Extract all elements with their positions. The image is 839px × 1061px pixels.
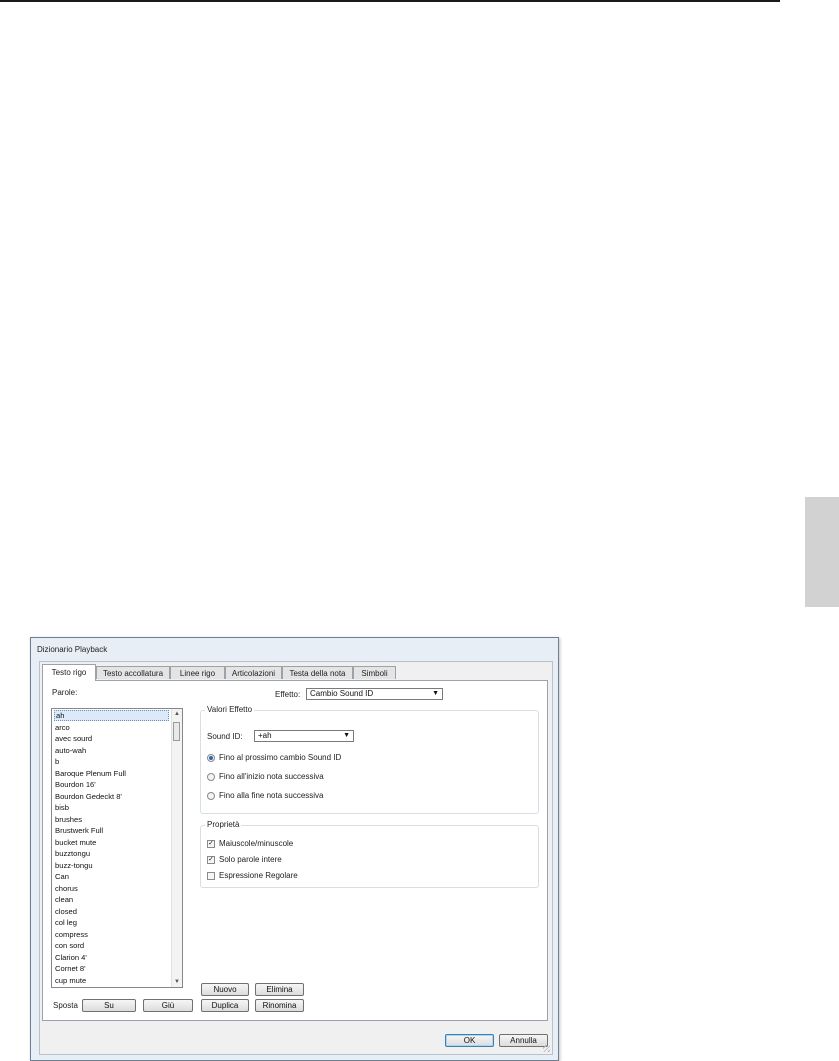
chevron-down-icon: ▼ bbox=[432, 690, 439, 697]
tab-simboli[interactable]: Simboli bbox=[353, 666, 396, 679]
list-item[interactable]: bucket mute bbox=[54, 837, 169, 848]
dialog-client: Testo rigo Testo accollatura Linee rigo … bbox=[39, 661, 553, 1055]
playback-dictionary-dialog: Dizionario Playback Testo rigo Testo acc… bbox=[30, 637, 559, 1061]
list-item[interactable]: chorus bbox=[54, 883, 169, 894]
list-item[interactable]: con sord bbox=[54, 940, 169, 951]
list-item[interactable]: Bourdon 16' bbox=[54, 779, 169, 790]
list-item[interactable]: ah bbox=[54, 710, 169, 721]
list-item[interactable]: col leg bbox=[54, 917, 169, 928]
list-item[interactable]: buzztongu bbox=[54, 848, 169, 859]
radio-until-next-note-end[interactable] bbox=[207, 792, 215, 800]
list-item[interactable]: buzz-tongu bbox=[54, 860, 169, 871]
list-item[interactable]: avec sourd bbox=[54, 733, 169, 744]
resize-grip-icon[interactable] bbox=[543, 1045, 550, 1052]
effect-values-title: Valori Effetto bbox=[205, 705, 255, 714]
duplicate-button[interactable]: Duplica bbox=[201, 999, 249, 1012]
checkbox-label: Solo parole intere bbox=[219, 855, 282, 864]
words-scrollbar[interactable]: ▲ ▼ bbox=[171, 709, 182, 987]
list-item[interactable]: d bbox=[54, 986, 169, 987]
tab-linee-rigo[interactable]: Linee rigo bbox=[170, 666, 225, 679]
move-up-button[interactable]: Su bbox=[82, 999, 136, 1012]
move-label: Sposta bbox=[53, 1001, 78, 1010]
cancel-button[interactable]: Annulla bbox=[499, 1034, 548, 1047]
new-button[interactable]: Nuovo bbox=[201, 983, 249, 996]
tab-testa-della-nota[interactable]: Testa della nota bbox=[282, 666, 353, 679]
list-item[interactable]: auto-wah bbox=[54, 745, 169, 756]
list-item[interactable]: Clarion 4' bbox=[54, 952, 169, 963]
effect-select-value: Cambio Sound ID bbox=[310, 689, 374, 698]
checkbox-label: Maiuscole/minuscole bbox=[219, 839, 294, 848]
list-item[interactable]: closed bbox=[54, 906, 169, 917]
scroll-thumb[interactable] bbox=[173, 722, 180, 741]
delete-button[interactable]: Elimina bbox=[255, 983, 304, 996]
radio-label: Fino al prossimo cambio Sound ID bbox=[219, 753, 342, 762]
rename-button[interactable]: Rinomina bbox=[255, 999, 304, 1012]
tab-testo-rigo[interactable]: Testo rigo bbox=[42, 664, 96, 681]
tab-articolazioni[interactable]: Articolazioni bbox=[225, 666, 282, 679]
list-item[interactable]: Brustwerk Full bbox=[54, 825, 169, 836]
dialog-title: Dizionario Playback bbox=[37, 645, 108, 654]
words-label: Parole: bbox=[52, 688, 78, 697]
list-item[interactable]: arco bbox=[54, 722, 169, 733]
radio-label: Fino all'inizio nota successiva bbox=[219, 772, 324, 781]
checkbox-label: Espressione Regolare bbox=[219, 871, 298, 880]
list-item[interactable]: brushes bbox=[54, 814, 169, 825]
list-item[interactable]: b bbox=[54, 756, 169, 767]
effect-select[interactable]: Cambio Sound ID ▼ bbox=[306, 688, 443, 700]
list-item[interactable]: bisb bbox=[54, 802, 169, 813]
list-item[interactable]: clean bbox=[54, 894, 169, 905]
sound-id-value: +ah bbox=[258, 731, 272, 740]
checkbox-match-case[interactable]: ✓ bbox=[207, 840, 215, 848]
words-listbox[interactable]: ah arco avec sourd auto-wah b Baroque Plenum … bbox=[51, 708, 183, 988]
sound-id-select[interactable]: +ah ▼ bbox=[254, 730, 354, 742]
sound-id-label: Sound ID: bbox=[207, 732, 243, 741]
ok-button[interactable]: OK bbox=[445, 1034, 494, 1047]
list-item[interactable]: Cornet 8' bbox=[54, 963, 169, 974]
tab-testo-accollatura[interactable]: Testo accollatura bbox=[96, 666, 170, 679]
properties-title: Proprietà bbox=[205, 820, 242, 829]
scroll-up-icon[interactable]: ▲ bbox=[172, 709, 182, 719]
page-side-tab bbox=[805, 497, 839, 607]
chevron-down-icon: ▼ bbox=[343, 732, 350, 739]
list-item[interactable]: cup mute bbox=[54, 975, 169, 986]
list-item[interactable]: Can bbox=[54, 871, 169, 882]
page-top-rule bbox=[0, 0, 780, 2]
effect-label: Effetto: bbox=[275, 690, 301, 699]
list-item[interactable]: compress bbox=[54, 929, 169, 940]
scroll-down-icon[interactable]: ▼ bbox=[172, 977, 182, 987]
list-item[interactable]: Bourdon Gedeckt 8' bbox=[54, 791, 169, 802]
radio-label: Fino alla fine nota successiva bbox=[219, 791, 324, 800]
radio-until-next-sound-id[interactable] bbox=[207, 754, 215, 762]
checkbox-whole-words[interactable]: ✓ bbox=[207, 856, 215, 864]
move-down-button[interactable]: Giù bbox=[143, 999, 193, 1012]
radio-until-next-note-start[interactable] bbox=[207, 773, 215, 781]
checkbox-regex[interactable] bbox=[207, 872, 215, 880]
list-item[interactable]: Baroque Plenum Full bbox=[54, 768, 169, 779]
